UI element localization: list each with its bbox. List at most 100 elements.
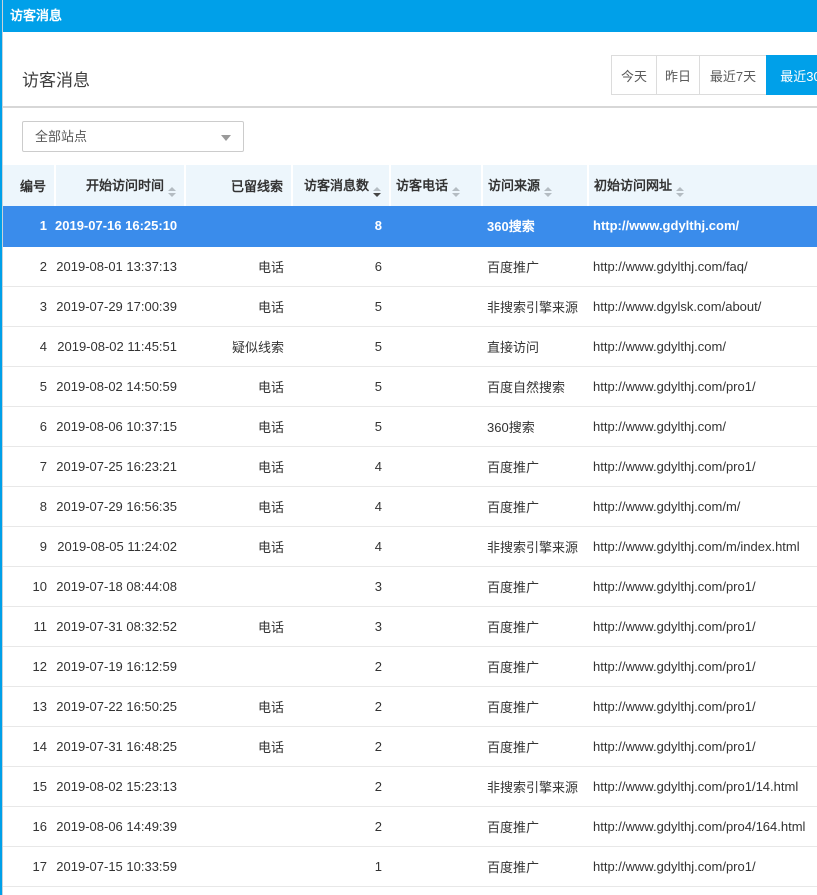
cell-phone [390, 686, 482, 726]
cell-source: 直接访问 [482, 326, 588, 366]
table-row[interactable]: 122019-07-19 16:12:592百度推广http://www.gdy… [0, 646, 817, 686]
cell-url: http://www.gdylthj.com/pro4/164.html [588, 806, 817, 846]
table-row[interactable]: 42019-08-02 11:45:51疑似线索5直接访问http://www.… [0, 326, 817, 366]
cell-start-time: 2019-08-02 14:50:59 [55, 366, 185, 406]
cell-source: 360搜索 [482, 406, 588, 446]
cell-phone [390, 726, 482, 766]
cell-id: 6 [0, 406, 55, 446]
sort-desc-icon [544, 193, 552, 197]
cell-id: 8 [0, 486, 55, 526]
cell-source: 非搜索引擎来源 [482, 286, 588, 326]
sort-asc-icon [544, 187, 552, 191]
sort-icon [676, 187, 684, 197]
cell-message-count: 4 [292, 486, 390, 526]
cell-phone [390, 486, 482, 526]
cell-source: 百度自然搜索 [482, 366, 588, 406]
cell-clue [185, 766, 292, 806]
cell-source: 百度推广 [482, 606, 588, 646]
cell-message-count: 5 [292, 326, 390, 366]
table-row[interactable]: 172019-07-15 10:33:591百度推广http://www.gdy… [0, 846, 817, 886]
cell-message-count: 5 [292, 406, 390, 446]
cell-clue [185, 646, 292, 686]
cell-message-count: 2 [292, 806, 390, 846]
cell-url: http://www.gdylthj.com/pro1/ [588, 726, 817, 766]
cell-url: http://www.gdylthj.com/pro1/ [588, 606, 817, 646]
column-header-label: 初始访问网址 [594, 178, 672, 193]
cell-phone [390, 566, 482, 606]
cell-url: http://www.gdylthj.com/pro1/14.html [588, 766, 817, 806]
table-row[interactable]: 142019-07-31 16:48:25电话2百度推广http://www.g… [0, 726, 817, 766]
table-header-row: 编号开始访问时间已留线索访客消息数访客电话访问来源初始访问网址 [0, 165, 817, 206]
cell-source: 百度推广 [482, 686, 588, 726]
cell-message-count: 5 [292, 366, 390, 406]
cell-phone [390, 206, 482, 246]
table-row[interactable]: 112019-07-31 08:32:52电话3百度推广http://www.g… [0, 606, 817, 646]
table-row[interactable]: 102019-07-18 08:44:083百度推广http://www.gdy… [0, 566, 817, 606]
cell-phone [390, 366, 482, 406]
table-row[interactable]: 82019-07-29 16:56:35电话4百度推广http://www.gd… [0, 486, 817, 526]
cell-start-time: 2019-07-25 16:23:21 [55, 446, 185, 486]
cell-id: 10 [0, 566, 55, 606]
cell-source: 百度推广 [482, 846, 588, 886]
cell-url: http://www.dgylsk.com/about/ [588, 286, 817, 326]
cell-id: 1 [0, 206, 55, 246]
date-filter-button[interactable]: 今天 [611, 55, 657, 95]
column-header[interactable]: 访客消息数 [292, 165, 390, 206]
sort-asc-icon [168, 187, 176, 191]
cell-id: 4 [0, 326, 55, 366]
date-filter-button[interactable]: 昨日 [656, 55, 700, 95]
table-body: 12019-07-16 16:25:108360搜索http://www.gdy… [0, 206, 817, 886]
table-row[interactable]: 12019-07-16 16:25:108360搜索http://www.gdy… [0, 206, 817, 246]
visitor-messages-table: 编号开始访问时间已留线索访客消息数访客电话访问来源初始访问网址 12019-07… [0, 165, 817, 887]
cell-id: 15 [0, 766, 55, 806]
cell-id: 16 [0, 806, 55, 846]
sort-desc-icon [676, 193, 684, 197]
sort-icon [544, 187, 552, 197]
sort-asc-icon [676, 187, 684, 191]
cell-start-time: 2019-08-05 11:24:02 [55, 526, 185, 566]
cell-url: http://www.gdylthj.com/ [588, 326, 817, 366]
table-row[interactable]: 152019-08-02 15:23:132非搜索引擎来源http://www.… [0, 766, 817, 806]
column-header[interactable]: 访问来源 [482, 165, 588, 206]
chevron-down-icon [221, 135, 231, 141]
table-row[interactable]: 52019-08-02 14:50:59电话5百度自然搜索http://www.… [0, 366, 817, 406]
cell-clue: 电话 [185, 286, 292, 326]
cell-start-time: 2019-07-18 08:44:08 [55, 566, 185, 606]
table-row[interactable]: 162019-08-06 14:49:392百度推广http://www.gdy… [0, 806, 817, 846]
column-header[interactable]: 访客电话 [390, 165, 482, 206]
cell-phone [390, 286, 482, 326]
table-row[interactable]: 72019-07-25 16:23:21电话4百度推广http://www.gd… [0, 446, 817, 486]
cell-source: 百度推广 [482, 726, 588, 766]
cell-message-count: 6 [292, 246, 390, 286]
cell-id: 14 [0, 726, 55, 766]
cell-source: 百度推广 [482, 806, 588, 846]
cell-url: http://www.gdylthj.com/m/ [588, 486, 817, 526]
date-filter-button[interactable]: 最近7天 [699, 55, 767, 95]
cell-phone [390, 526, 482, 566]
cell-message-count: 5 [292, 286, 390, 326]
date-filter-button[interactable]: 最近30天 [766, 55, 817, 95]
table-row[interactable]: 32019-07-29 17:00:39电话5非搜索引擎来源http://www… [0, 286, 817, 326]
column-header[interactable]: 开始访问时间 [55, 165, 185, 206]
cell-message-count: 2 [292, 686, 390, 726]
cell-source: 非搜索引擎来源 [482, 526, 588, 566]
section-divider [0, 106, 817, 108]
site-select[interactable]: 全部站点 [22, 121, 244, 152]
cell-clue: 电话 [185, 246, 292, 286]
table-row[interactable]: 92019-08-05 11:24:02电话4非搜索引擎来源http://www… [0, 526, 817, 566]
sort-icon [168, 187, 176, 197]
cell-id: 5 [0, 366, 55, 406]
table-row[interactable]: 132019-07-22 16:50:25电话2百度推广http://www.g… [0, 686, 817, 726]
cell-source: 百度推广 [482, 486, 588, 526]
column-header: 编号 [0, 165, 55, 206]
table-row[interactable]: 62019-08-06 10:37:15电话5360搜索http://www.g… [0, 406, 817, 446]
table-row[interactable]: 22019-08-01 13:37:13电话6百度推广http://www.gd… [0, 246, 817, 286]
column-header-label: 开始访问时间 [86, 178, 164, 193]
cell-message-count: 2 [292, 726, 390, 766]
page-title: 访客消息 [22, 66, 90, 91]
cell-message-count: 3 [292, 606, 390, 646]
cell-clue [185, 566, 292, 606]
cell-clue [185, 206, 292, 246]
cell-start-time: 2019-08-06 10:37:15 [55, 406, 185, 446]
column-header[interactable]: 初始访问网址 [588, 165, 817, 206]
